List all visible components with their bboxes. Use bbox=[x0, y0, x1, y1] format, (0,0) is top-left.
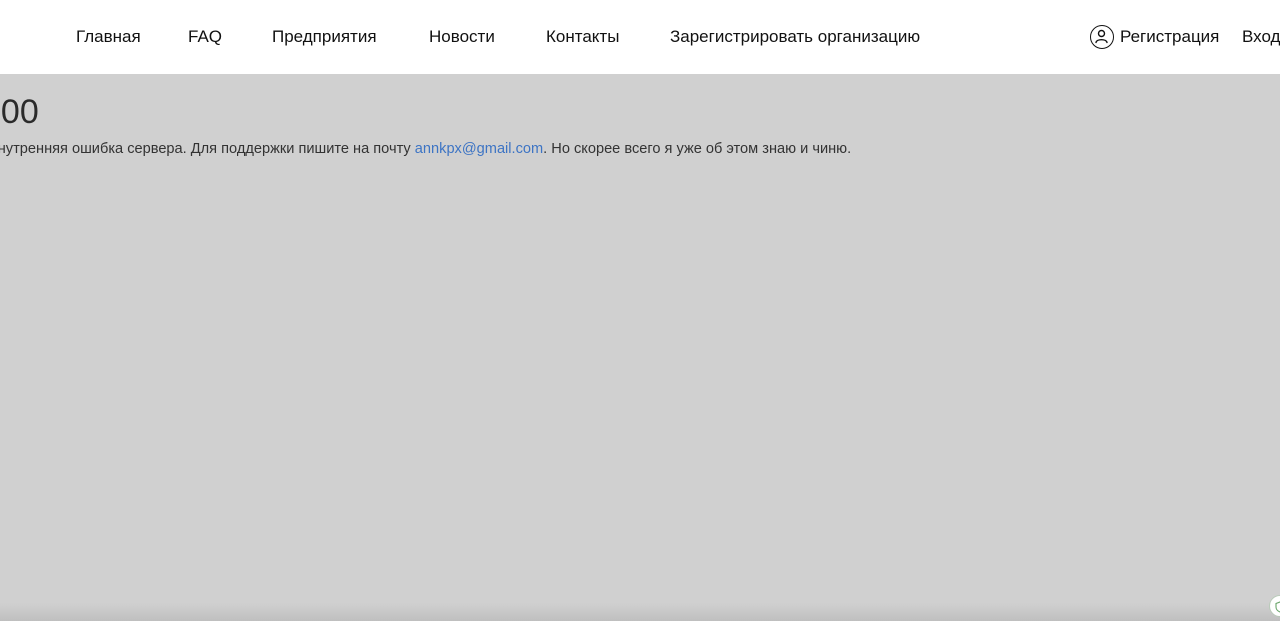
nav-link-enterprises[interactable]: Предприятия bbox=[272, 25, 377, 49]
nav-link-faq[interactable]: FAQ bbox=[188, 25, 222, 49]
login-link[interactable]: Вход bbox=[1242, 25, 1280, 49]
nav-link-contacts[interactable]: Контакты bbox=[546, 25, 619, 49]
nav-link-register-organization[interactable]: Зарегистрировать организацию bbox=[670, 25, 920, 49]
support-email-link[interactable]: annkpx@gmail.com bbox=[415, 141, 543, 157]
error-message-end: . Но скорее всего я уже об этом знаю и ч… bbox=[543, 141, 852, 157]
nav-link-home[interactable]: Главная bbox=[76, 25, 141, 49]
register-label: Регистрация bbox=[1120, 27, 1220, 46]
user-circle-icon bbox=[1090, 25, 1114, 49]
error-content: 500 Внутренняя ошибка сервера. Для подде… bbox=[0, 74, 1280, 621]
top-navigation: Главная FAQ Предприятия Новости Контакты… bbox=[0, 0, 1280, 74]
error-message: Внутренняя ошибка сервера. Для поддержки… bbox=[0, 139, 851, 159]
page: Главная FAQ Предприятия Новости Контакты… bbox=[0, 0, 1280, 621]
bottom-shadow bbox=[0, 603, 1280, 621]
error-message-start: Внутренняя ошибка сервера. Для поддержки… bbox=[0, 141, 415, 157]
register-button[interactable]: Регистрация bbox=[1090, 21, 1219, 53]
error-code: 500 bbox=[0, 93, 39, 131]
nav-link-news[interactable]: Новости bbox=[429, 25, 495, 49]
